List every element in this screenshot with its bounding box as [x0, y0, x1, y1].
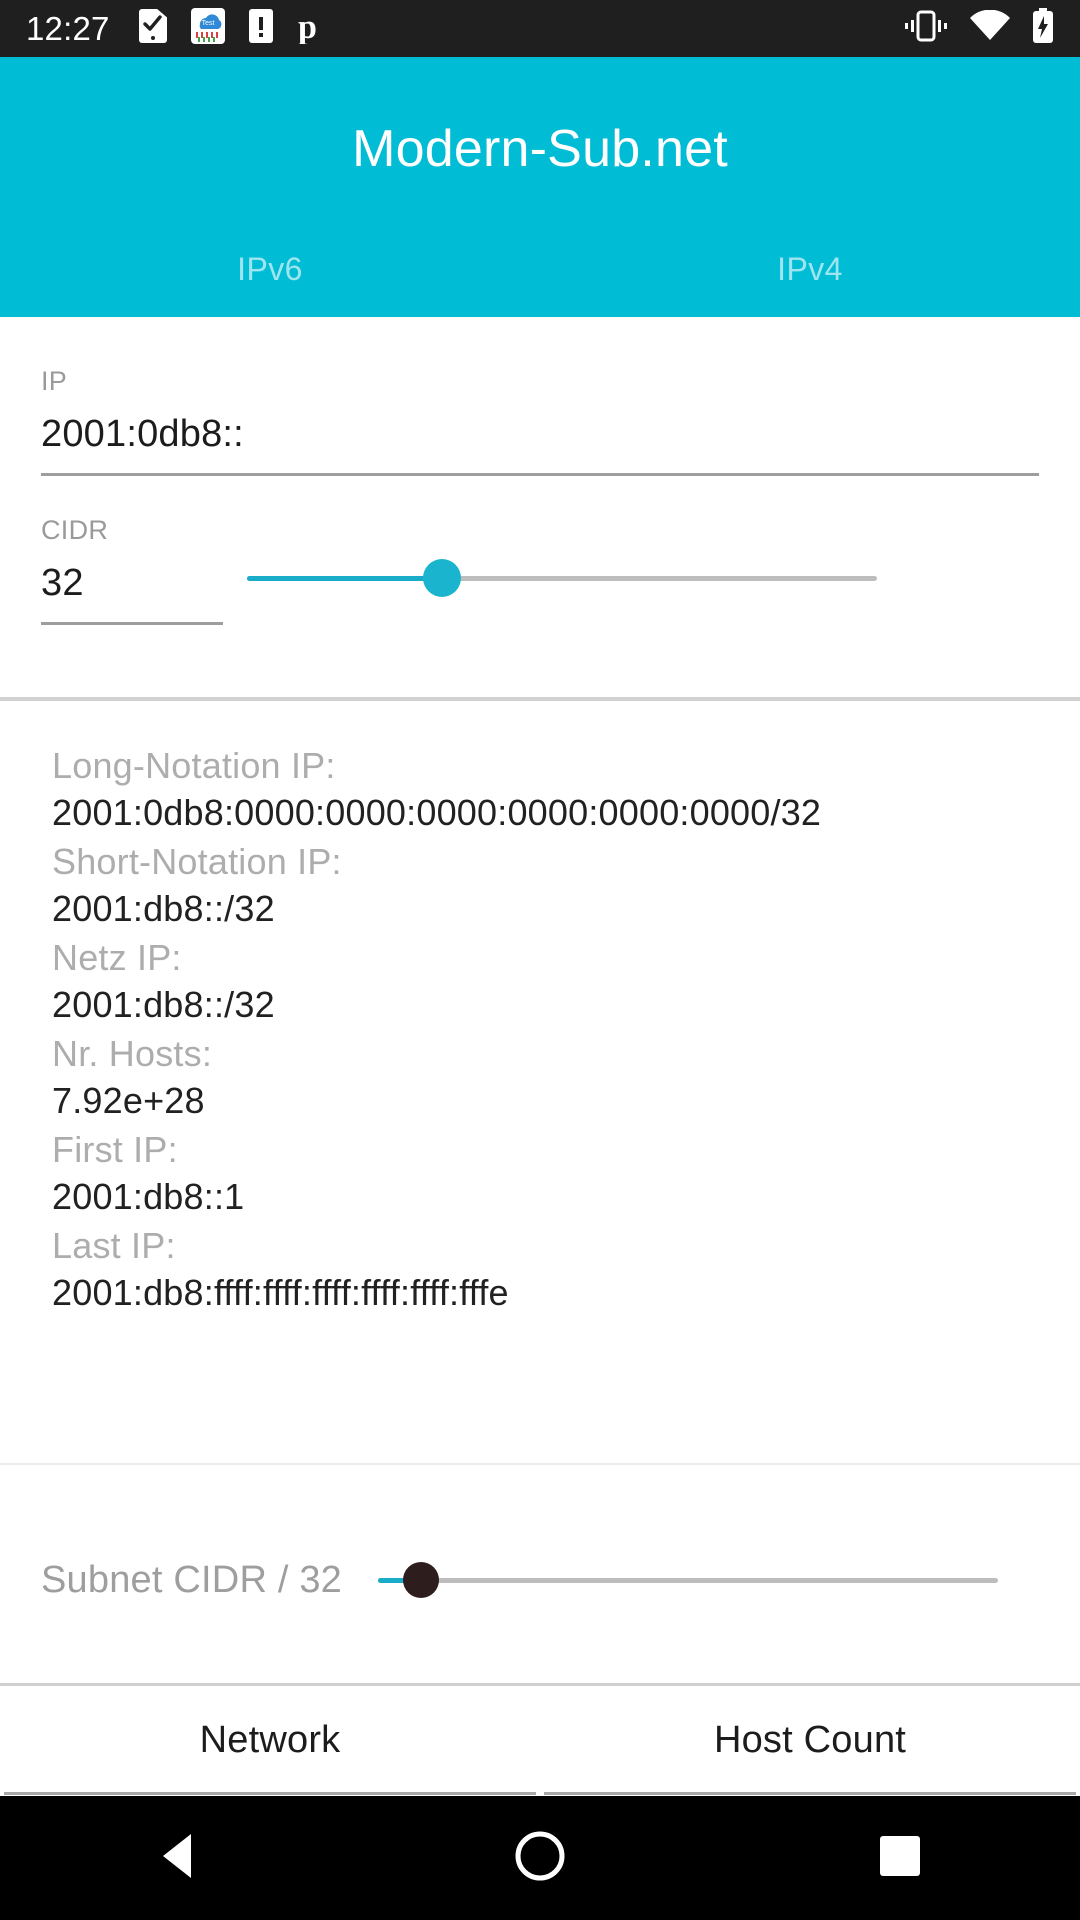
results-list: Long-Notation IP: 2001:0db8:0000:0000:00…	[52, 742, 1052, 1318]
result-row-netz-ip: Netz IP: 2001:db8::/32	[52, 934, 1052, 1028]
cidr-slider-thumb[interactable]	[423, 559, 462, 597]
result-value: 2001:db8::/32	[52, 984, 275, 1025]
result-value: 7.92e+28	[52, 1080, 205, 1121]
cidr-field-group: CIDR 32	[41, 515, 223, 625]
tab-ipv6[interactable]: IPv6	[0, 221, 540, 317]
nav-back-button[interactable]	[120, 1796, 240, 1920]
ip-field-group: IP 2001:0db8::	[41, 366, 1039, 476]
status-notification-icons: Test p	[138, 8, 321, 49]
cidr-slider-track-active	[247, 576, 443, 581]
result-value: 2001:db8::1	[52, 1176, 245, 1217]
cidr-input[interactable]: 32	[41, 562, 223, 605]
status-bar: 12:27 Test p	[0, 0, 1080, 57]
result-row-short-notation: Short-Notation IP: 2001:db8::/32	[52, 838, 1052, 932]
status-clock: 12:27	[26, 10, 110, 47]
tab-ipv4[interactable]: IPv4	[540, 221, 1080, 317]
tab-host-count[interactable]: Host Count	[540, 1685, 1080, 1795]
result-label: First IP:	[52, 1129, 178, 1170]
svg-text:Test: Test	[201, 20, 214, 27]
ip-input[interactable]: 2001:0db8::	[41, 413, 1039, 456]
result-row-last-ip: Last IP: 2001:db8:ffff:ffff:ffff:ffff:ff…	[52, 1222, 1052, 1316]
back-icon	[155, 1830, 205, 1887]
app-title: Modern-Sub.net	[352, 120, 728, 178]
status-system-icons	[904, 8, 1054, 49]
subnet-slider-track-inactive	[378, 1578, 999, 1583]
ip-label: IP	[41, 366, 68, 396]
result-value: 2001:0db8:0000:0000:0000:0000:0000:0000/…	[52, 792, 822, 833]
result-label: Long-Notation IP:	[52, 745, 336, 786]
cidr-slider[interactable]	[247, 559, 877, 597]
subnet-slider-thumb[interactable]	[403, 1562, 440, 1598]
cidr-label: CIDR	[41, 515, 109, 545]
svg-text:p: p	[298, 9, 317, 44]
ip-input-underline	[41, 473, 1039, 476]
result-label: Short-Notation IP:	[52, 841, 342, 882]
result-row-nr-hosts: Nr. Hosts: 7.92e+28	[52, 1030, 1052, 1124]
phone-alert-icon	[248, 8, 274, 49]
result-value: 2001:db8::/32	[52, 888, 275, 929]
phone-check-icon	[138, 8, 170, 49]
result-row-long-notation: Long-Notation IP: 2001:0db8:0000:0000:00…	[52, 742, 1052, 836]
section-divider-top	[0, 697, 1080, 701]
android-nav-bar	[0, 1796, 1080, 1920]
section-divider-subnet	[0, 1463, 1080, 1465]
ip-version-tabs: IPv6 IPv4	[0, 221, 1080, 317]
subnet-cidr-row: Subnet CIDR / 32	[0, 1520, 1080, 1640]
parking-p-icon: p	[297, 8, 321, 49]
result-label: Nr. Hosts:	[52, 1033, 213, 1074]
nav-recents-button[interactable]	[840, 1796, 960, 1920]
subnet-cidr-label: Subnet CIDR / 32	[41, 1558, 343, 1601]
app-screen: 12:27 Test p Modern-Sub.net IPv6 IPv4 IP…	[0, 0, 1080, 1920]
result-row-first-ip: First IP: 2001:db8::1	[52, 1126, 1052, 1220]
wifi-icon	[970, 9, 1010, 47]
battery-charging-icon	[1032, 8, 1054, 49]
weather-cloud-test-icon: Test	[190, 8, 225, 49]
recents-icon	[877, 1833, 923, 1884]
input-card: IP 2001:0db8:: CIDR 32	[0, 317, 1080, 697]
nav-home-button[interactable]	[480, 1796, 600, 1920]
app-bar: Modern-Sub.net IPv6 IPv4	[0, 57, 1080, 317]
result-label: Netz IP:	[52, 937, 182, 978]
bottom-tab-bar: Network Host Count	[0, 1685, 1080, 1795]
home-icon	[514, 1830, 566, 1887]
cidr-input-underline	[41, 622, 223, 625]
result-value: 2001:db8:ffff:ffff:ffff:ffff:ffff:fffe	[52, 1272, 509, 1313]
tab-network[interactable]: Network	[0, 1685, 540, 1795]
subnet-cidr-slider[interactable]	[378, 1562, 999, 1598]
vibrate-icon	[904, 10, 948, 47]
result-label: Last IP:	[52, 1225, 176, 1266]
